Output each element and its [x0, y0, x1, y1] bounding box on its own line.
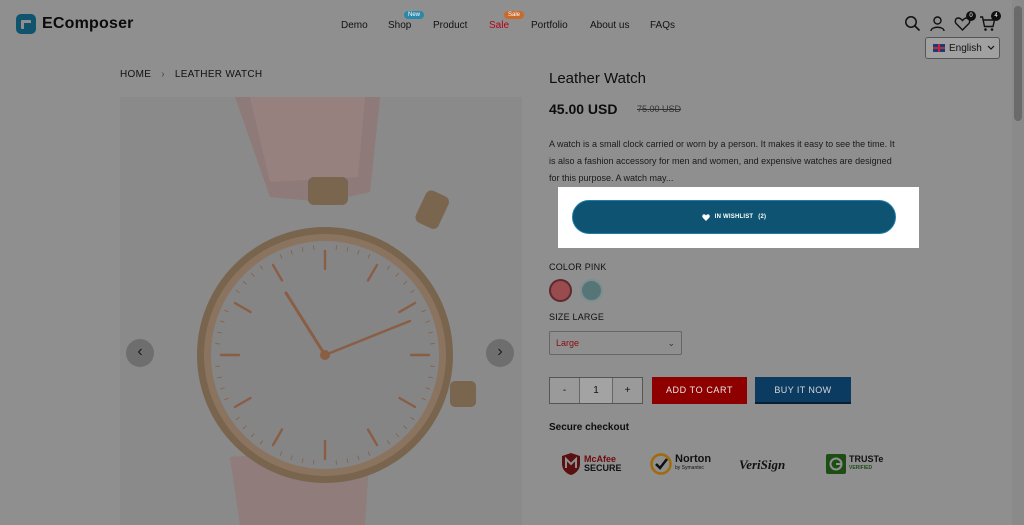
size-select[interactable]: Large ⌄ — [549, 331, 682, 355]
new-badge: New — [404, 11, 425, 19]
uk-flag-icon — [933, 44, 945, 52]
color-swatch-pink[interactable] — [549, 279, 572, 302]
header-actions: 0 4 — [904, 11, 1001, 32]
gallery-next-button[interactable]: › — [486, 339, 514, 367]
nav-item-about[interactable]: About us — [590, 20, 629, 31]
main-nav: Demo Shop New Product Sale Sale Portfoli… — [0, 11, 1012, 34]
language-selector[interactable]: English — [925, 37, 1000, 59]
mcafee-line2: SECURE — [584, 463, 622, 473]
site-header: EComposer Demo Shop New Product Sale Sal… — [0, 0, 1012, 59]
seal-icon — [826, 454, 846, 474]
language-label: English — [949, 42, 982, 54]
product-title: Leather Watch — [549, 70, 646, 87]
color-option-label: COLOR PINK — [549, 262, 607, 272]
breadcrumb-separator-icon: › — [161, 69, 165, 80]
shield-icon — [562, 453, 580, 475]
wishlist-highlight-panel: IN WISHLIST (2) — [558, 187, 919, 248]
nav-item-shop[interactable]: Shop New — [388, 11, 425, 31]
norton-badge: Norton by Symantec — [650, 450, 711, 478]
size-option-label: SIZE LARGE — [549, 312, 605, 322]
breadcrumb-current: LEATHER WATCH — [174, 69, 263, 80]
search-icon[interactable] — [904, 15, 921, 32]
cart-icon[interactable]: 4 — [979, 11, 1001, 32]
quantity-increase-button[interactable]: + — [613, 378, 642, 403]
product-description: A watch is a small clock carried or worn… — [549, 139, 895, 183]
verisign-badge: VeriSign — [739, 450, 785, 478]
quantity-input[interactable]: 1 — [579, 378, 613, 403]
gallery-prev-button[interactable]: ‹ — [126, 339, 154, 367]
wishlist-count: 0 — [966, 11, 976, 21]
secure-checkout-heading: Secure checkout — [549, 422, 630, 433]
norton-line2: by Symantec — [675, 465, 704, 471]
verisign-wordmark: VeriSign — [739, 456, 786, 472]
nav-item-sale[interactable]: Sale Sale — [489, 11, 525, 31]
quantity-stepper: - 1 + — [549, 377, 643, 404]
product-gallery: ‹ › — [120, 97, 522, 525]
scrollbar-thumb[interactable] — [1014, 6, 1022, 121]
breadcrumb-home[interactable]: HOME — [120, 69, 151, 80]
wishlist-icon[interactable]: 0 — [954, 11, 976, 32]
truste-line2: VERIFIED — [849, 465, 873, 471]
truste-badge: TRUSTe VERIFIED — [826, 450, 883, 478]
in-wishlist-button[interactable]: IN WISHLIST (2) — [572, 200, 896, 234]
nav-item-product[interactable]: Product — [433, 20, 467, 31]
size-select-value: Large — [556, 338, 580, 348]
buy-now-button[interactable]: BUY IT NOW — [755, 377, 851, 404]
chevron-down-icon: ⌄ — [667, 338, 675, 348]
truste-line1: TRUSTe — [849, 454, 884, 464]
chevron-down-icon — [987, 45, 995, 50]
wishlist-label: IN WISHLIST — [714, 214, 754, 220]
mcafee-badge: McAfee SECURE — [561, 450, 622, 478]
compare-at-price: 75.00 USD — [637, 104, 682, 114]
wishlist-count-label: (2) — [758, 214, 767, 220]
norton-line1: Norton — [675, 453, 712, 465]
add-to-cart-button[interactable]: ADD TO CART — [652, 377, 747, 404]
nav-item-sale-label: Sale — [489, 20, 510, 31]
nav-item-faqs[interactable]: FAQs — [650, 20, 675, 31]
breadcrumb: HOME › LEATHER WATCH — [120, 69, 262, 80]
sale-badge: Sale — [504, 11, 525, 19]
nav-item-portfolio[interactable]: Portfolio — [531, 20, 568, 31]
product-image — [197, 97, 476, 525]
quantity-decrease-button[interactable]: - — [550, 378, 579, 403]
nav-item-demo[interactable]: Demo — [341, 20, 368, 31]
checkmark-icon — [650, 453, 672, 475]
heart-icon — [702, 213, 710, 221]
product-price: 45.00 USD — [549, 101, 618, 117]
nav-item-shop-label: Shop — [388, 20, 412, 31]
account-icon[interactable] — [929, 15, 946, 32]
color-swatch-teal[interactable] — [580, 279, 603, 302]
cart-count: 4 — [991, 11, 1001, 21]
page-scrollbar[interactable] — [1012, 0, 1024, 525]
